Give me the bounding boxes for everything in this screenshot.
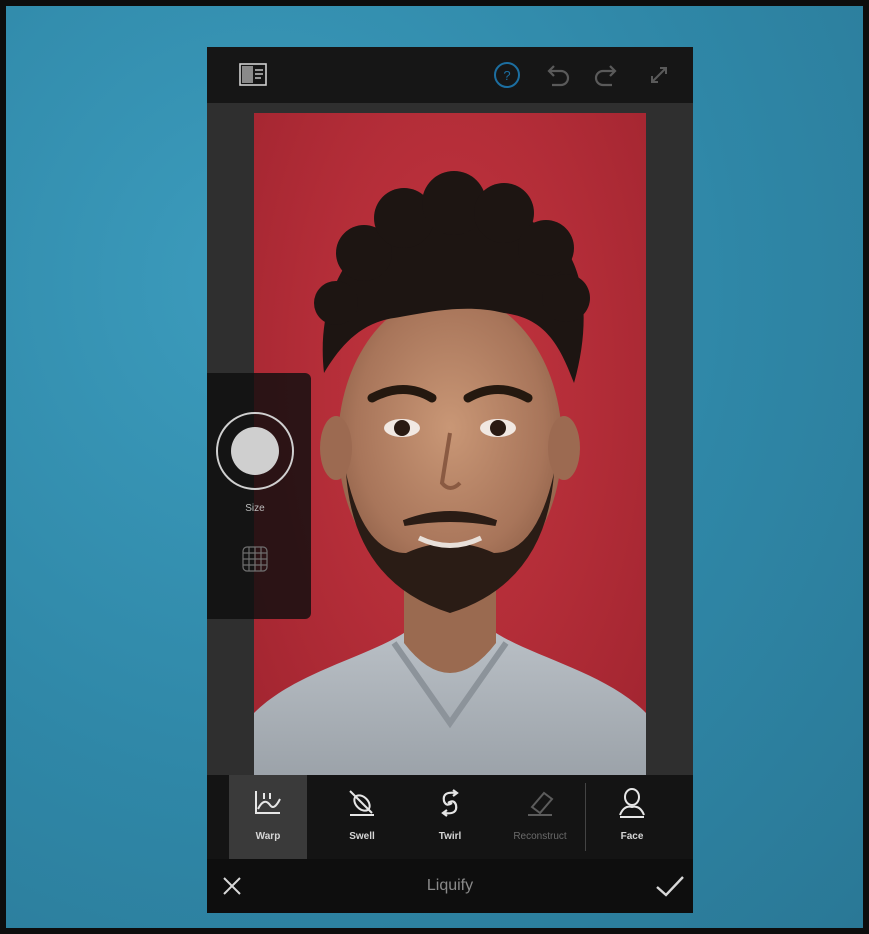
toolbar-divider: [585, 783, 586, 851]
tool-twirl[interactable]: Twirl: [411, 775, 489, 859]
redo-icon[interactable]: [591, 59, 623, 91]
brush-settings-panel: Size: [207, 373, 311, 619]
tool-label: Warp: [255, 831, 281, 842]
screen-title: Liquify: [426, 877, 474, 894]
expand-icon[interactable]: [643, 59, 675, 91]
tool-face[interactable]: Face: [593, 775, 671, 859]
tool-swell[interactable]: Swell: [323, 775, 401, 859]
warp-icon: [255, 791, 281, 814]
tool-label: Swell: [349, 831, 375, 842]
image-canvas[interactable]: Size: [207, 103, 693, 783]
checkmark-icon[interactable]: [653, 871, 687, 901]
screenshot-frame: ? Size Warp Swell Twirl Reconstruct Face…: [0, 0, 869, 934]
swell-icon: [349, 790, 374, 816]
phone-screen: ? Size Warp Swell Twirl Reconstruct Face…: [207, 47, 693, 913]
brush-size-icon[interactable]: [213, 409, 297, 493]
size-label: Size: [245, 503, 265, 514]
top-toolbar: ?: [207, 47, 693, 103]
tool-label: Twirl: [438, 831, 462, 842]
portrait-illustration: [254, 171, 646, 783]
mesh-grid-icon[interactable]: [239, 543, 271, 575]
liquify-tools-bar: Warp Swell Twirl Reconstruct Face: [207, 775, 693, 859]
tool-label: Reconstruct: [513, 831, 567, 842]
reconstruct-icon: [528, 791, 554, 816]
portrait-photo[interactable]: [254, 113, 646, 783]
undo-icon[interactable]: [541, 59, 573, 91]
tool-reconstruct[interactable]: Reconstruct: [499, 775, 581, 859]
bottom-action-bar: Liquify: [207, 859, 693, 913]
help-icon[interactable]: ?: [491, 59, 523, 91]
tool-label: Face: [620, 831, 644, 842]
compare-icon[interactable]: [237, 59, 269, 91]
svg-text:?: ?: [503, 68, 510, 83]
twirl-icon: [441, 789, 459, 817]
tool-warp[interactable]: Warp: [229, 775, 307, 859]
face-icon: [619, 788, 645, 818]
